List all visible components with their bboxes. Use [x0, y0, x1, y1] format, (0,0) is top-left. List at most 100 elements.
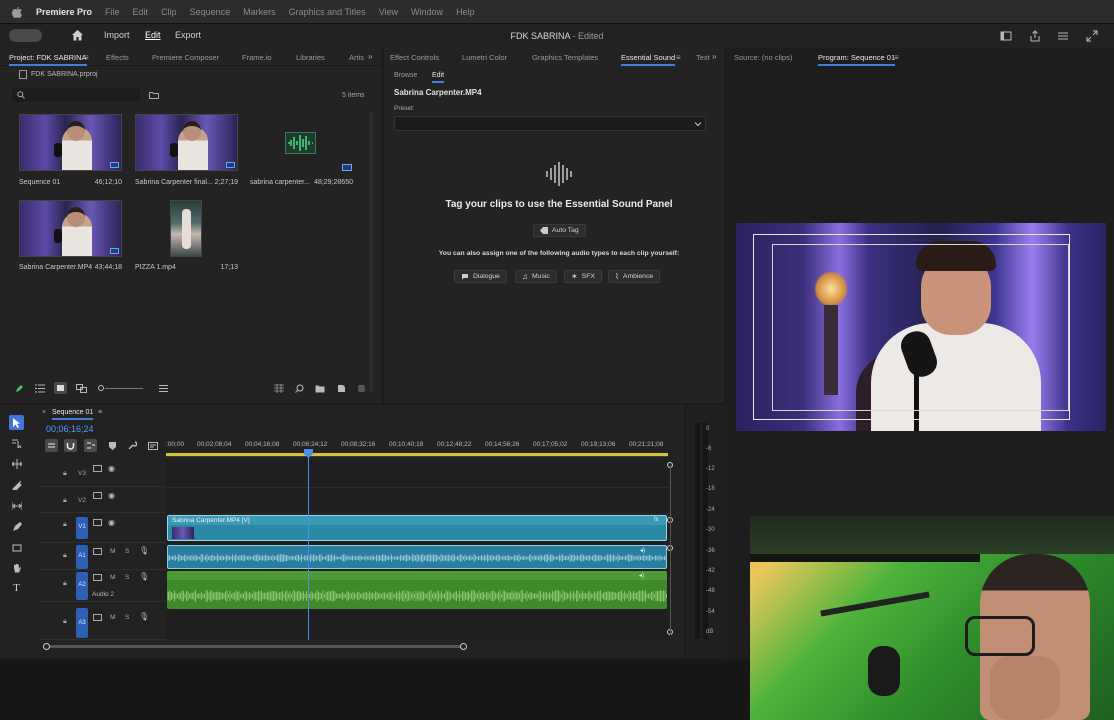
lock-icon[interactable]: 🔒︎: [63, 470, 67, 478]
microphone-icon[interactable]: 🎙︎: [139, 546, 149, 555]
timeline-horizontal-scrollbar[interactable]: [46, 645, 464, 648]
program-video-frame[interactable]: [736, 223, 1106, 431]
tab-premiere-composer[interactable]: Premiere Composer: [152, 53, 219, 62]
track-select-tool[interactable]: [9, 435, 24, 450]
zoom-slider-handle[interactable]: [98, 385, 104, 391]
lock-icon[interactable]: 🔒︎: [63, 497, 67, 505]
slip-tool[interactable]: [9, 498, 24, 513]
work-area-bar[interactable]: [166, 453, 668, 456]
tab-effect-controls[interactable]: Effect Controls: [390, 53, 439, 62]
audio-clip-a2[interactable]: ◂): [167, 571, 667, 609]
sequence-menu-icon[interactable]: ≡: [98, 409, 102, 416]
automate-sequence-icon[interactable]: [274, 384, 284, 393]
sync-lock-icon[interactable]: [93, 614, 102, 621]
selection-tool[interactable]: [9, 415, 24, 430]
scroll-handle-right[interactable]: [460, 643, 467, 650]
icon-view-button[interactable]: [54, 382, 67, 394]
tab-program[interactable]: Program: Sequence 01: [818, 53, 896, 66]
tab-frameio[interactable]: Frame.io: [242, 53, 272, 62]
menu-markers[interactable]: Markers: [243, 7, 276, 17]
lock-icon[interactable]: 🔒︎: [63, 580, 67, 588]
menu-help[interactable]: Help: [456, 7, 475, 17]
insert-sequence-button[interactable]: [45, 439, 58, 452]
tab-essential-sound[interactable]: Essential Sound: [621, 53, 676, 66]
eye-icon[interactable]: ◉: [108, 464, 115, 473]
menu-clip[interactable]: Clip: [161, 7, 177, 17]
video-clip-v1[interactable]: Sabrina Carpenter.MP4 [V] fx: [167, 515, 667, 541]
thumb-sabrina-mp4[interactable]: [19, 200, 122, 257]
sync-lock-icon[interactable]: [93, 492, 102, 499]
menu-file[interactable]: File: [105, 7, 120, 17]
sync-lock-icon[interactable]: [93, 548, 102, 555]
menu-view[interactable]: View: [379, 7, 398, 17]
tab-source[interactable]: Source: (no clips): [734, 53, 792, 62]
razor-tool[interactable]: [9, 477, 24, 492]
hand-tool[interactable]: [9, 560, 24, 575]
tab-project[interactable]: Project: FDK SABRINA: [9, 53, 87, 66]
track-target-a1[interactable]: A1: [76, 545, 88, 569]
time-ruler[interactable]: :00;00 00;02;08;04 00;04;16;08 00;06;24;…: [166, 439, 668, 457]
sfx-button[interactable]: ✶ SFX: [564, 270, 602, 283]
clear-icon[interactable]: [357, 384, 366, 393]
music-button[interactable]: ♫ Music: [515, 270, 557, 283]
project-search-input[interactable]: [12, 88, 140, 102]
more-tabs-icon[interactable]: »: [368, 52, 372, 61]
solo-button[interactable]: S: [125, 614, 129, 621]
add-marker-icon[interactable]: [109, 442, 116, 450]
project-scrollbar[interactable]: [370, 112, 373, 392]
subtab-edit[interactable]: Edit: [432, 72, 445, 83]
tab-lumetri-color[interactable]: Lumetri Color: [462, 53, 507, 62]
dialogue-button[interactable]: Dialogue: [454, 270, 507, 283]
subtab-browse[interactable]: Browse: [394, 72, 417, 79]
wrench-icon[interactable]: [128, 441, 137, 450]
playhead-handle-icon[interactable]: [304, 449, 313, 458]
track-target-a3[interactable]: A3: [76, 608, 88, 638]
sync-lock-icon[interactable]: [93, 574, 102, 581]
menu-icon[interactable]: [1057, 30, 1069, 42]
find-icon[interactable]: [295, 384, 304, 393]
menu-edit[interactable]: Edit: [133, 7, 149, 17]
sync-lock-icon[interactable]: [93, 519, 102, 526]
type-tool[interactable]: T: [9, 580, 24, 595]
mute-button[interactable]: M: [110, 574, 115, 581]
microphone-icon[interactable]: 🎙︎: [139, 572, 149, 581]
tab-graphics-templates[interactable]: Graphics Templates: [532, 53, 598, 62]
new-bin-icon[interactable]: [149, 91, 159, 99]
auto-tag-button[interactable]: Auto Tag: [533, 224, 586, 237]
menu-sequence[interactable]: Sequence: [190, 7, 231, 17]
playhead-line[interactable]: [308, 452, 309, 640]
close-sequence-icon[interactable]: ×: [42, 409, 46, 416]
lock-icon[interactable]: 🔒︎: [63, 521, 67, 529]
essential-sound-menu-icon[interactable]: ≡: [676, 53, 681, 62]
app-menu[interactable]: Premiere Pro: [36, 7, 92, 17]
mute-button[interactable]: M: [110, 614, 115, 621]
menu-window[interactable]: Window: [411, 7, 443, 17]
thumb-pizza[interactable]: [170, 200, 202, 257]
pen-tool[interactable]: [9, 519, 24, 534]
microphone-icon[interactable]: 🎙︎: [139, 612, 149, 621]
mute-button[interactable]: M: [110, 548, 115, 555]
pencil-icon[interactable]: [15, 384, 24, 393]
program-menu-icon[interactable]: ≡: [894, 53, 899, 62]
zoom-slider-track[interactable]: [105, 388, 143, 389]
lock-icon[interactable]: 🔒︎: [63, 552, 67, 560]
track-target-v1[interactable]: V1: [76, 517, 88, 539]
menu-graphics[interactable]: Graphics and Titles: [289, 7, 366, 17]
ambience-button[interactable]: ⌇ Ambience: [608, 270, 661, 283]
captions-icon[interactable]: [148, 442, 158, 450]
preset-dropdown[interactable]: [394, 116, 706, 131]
solo-button[interactable]: S: [125, 574, 129, 581]
sort-icon[interactable]: [159, 384, 168, 393]
panel-layout-icon[interactable]: [1000, 30, 1012, 42]
share-icon[interactable]: [1029, 30, 1041, 42]
timecode[interactable]: 00;06;16;24: [46, 424, 94, 434]
tab-text[interactable]: Text: [696, 53, 710, 62]
tab-artis[interactable]: Artis: [349, 53, 364, 62]
snap-button[interactable]: [64, 439, 77, 452]
new-item-icon[interactable]: [337, 384, 346, 393]
track-label-v3[interactable]: V3: [78, 470, 86, 477]
lock-icon[interactable]: 🔒︎: [63, 618, 67, 626]
list-view-icon[interactable]: [35, 384, 45, 393]
thumb-audio-waveform[interactable]: [285, 132, 316, 154]
apple-icon[interactable]: [12, 6, 22, 18]
